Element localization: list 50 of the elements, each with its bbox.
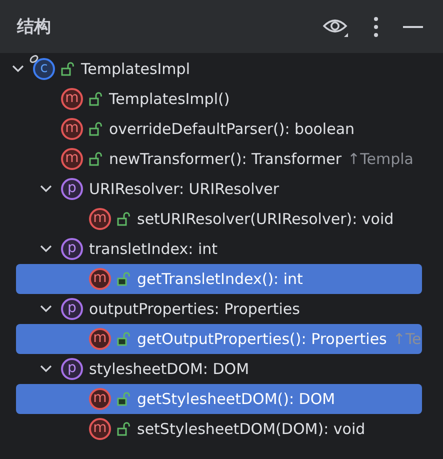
tree-item[interactable]: p transletIndex: int — [16, 234, 422, 264]
method-badge: m — [89, 388, 111, 410]
tree-item-label: getStylesheetDOM(): DOM — [137, 390, 336, 408]
more-options-icon[interactable] — [373, 16, 379, 38]
tree-item[interactable]: m newTransformer(): Transformer ↑Templa — [16, 144, 422, 174]
tree-item-label: stylesheetDOM: DOM — [89, 360, 250, 378]
method-badge: m — [89, 208, 111, 230]
tag-icon — [29, 54, 39, 64]
tree-item[interactable]: m getStylesheetDOM(): DOM — [16, 384, 422, 414]
class-badge: c — [33, 58, 55, 80]
tree-item-label: outputProperties: Properties — [89, 300, 300, 318]
property-badge: p — [61, 238, 83, 260]
method-badge: m — [89, 328, 111, 350]
tree-item[interactable]: p stylesheetDOM: DOM — [16, 354, 422, 384]
tree-item-label: setURIResolver(URIResolver): void — [137, 210, 394, 228]
tree-item[interactable]: m getTransletIndex(): int — [16, 264, 422, 294]
property-badge: p — [61, 178, 83, 200]
tree-item[interactable]: m TemplatesImpl() — [16, 84, 422, 114]
tree-item-label: TemplatesImpl — [81, 60, 190, 78]
tree-item-label: getTransletIndex(): int — [137, 270, 303, 288]
panel-title: 结构 — [17, 16, 51, 38]
tree-item-label: overrideDefaultParser(): boolean — [109, 120, 355, 138]
tree-item[interactable]: c TemplatesImpl — [16, 54, 422, 84]
tree-item[interactable]: p outputProperties: Properties — [16, 294, 422, 324]
tree-item[interactable]: p URIResolver: URIResolver — [16, 174, 422, 204]
property-badge: p — [61, 358, 83, 380]
tree-item-label: transletIndex: int — [89, 240, 218, 258]
inherited-from-label: ↑Te — [392, 330, 422, 348]
tree-item[interactable]: m getOutputProperties(): Properties ↑Te — [16, 324, 422, 354]
chevron-icon[interactable] — [40, 185, 52, 193]
tree-item-label: setStylesheetDOM(DOM): void — [137, 420, 366, 438]
tree-item-label: URIResolver: URIResolver — [89, 180, 280, 198]
chevron-icon[interactable] — [40, 365, 52, 373]
tree-item-label: TemplatesImpl() — [109, 90, 230, 108]
chevron-icon[interactable] — [12, 65, 24, 73]
tree-item-label: getOutputProperties(): Properties — [137, 330, 387, 348]
chevron-icon[interactable] — [40, 305, 52, 313]
method-badge: m — [61, 148, 83, 170]
minimize-icon[interactable] — [403, 24, 423, 28]
chevron-icon[interactable] — [40, 245, 52, 253]
method-badge: m — [89, 268, 111, 290]
method-badge: m — [61, 88, 83, 110]
tree-item[interactable]: m setURIResolver(URIResolver): void — [16, 204, 422, 234]
inherited-from-label: ↑Templa — [348, 150, 414, 168]
method-badge: m — [89, 418, 111, 440]
property-badge: p — [61, 298, 83, 320]
tree-item-label: newTransformer(): Transformer — [109, 150, 342, 168]
tree-item[interactable]: m setStylesheetDOM(DOM): void — [16, 414, 422, 444]
tree-item[interactable]: m overrideDefaultParser(): boolean — [16, 114, 422, 144]
method-badge: m — [61, 118, 83, 140]
